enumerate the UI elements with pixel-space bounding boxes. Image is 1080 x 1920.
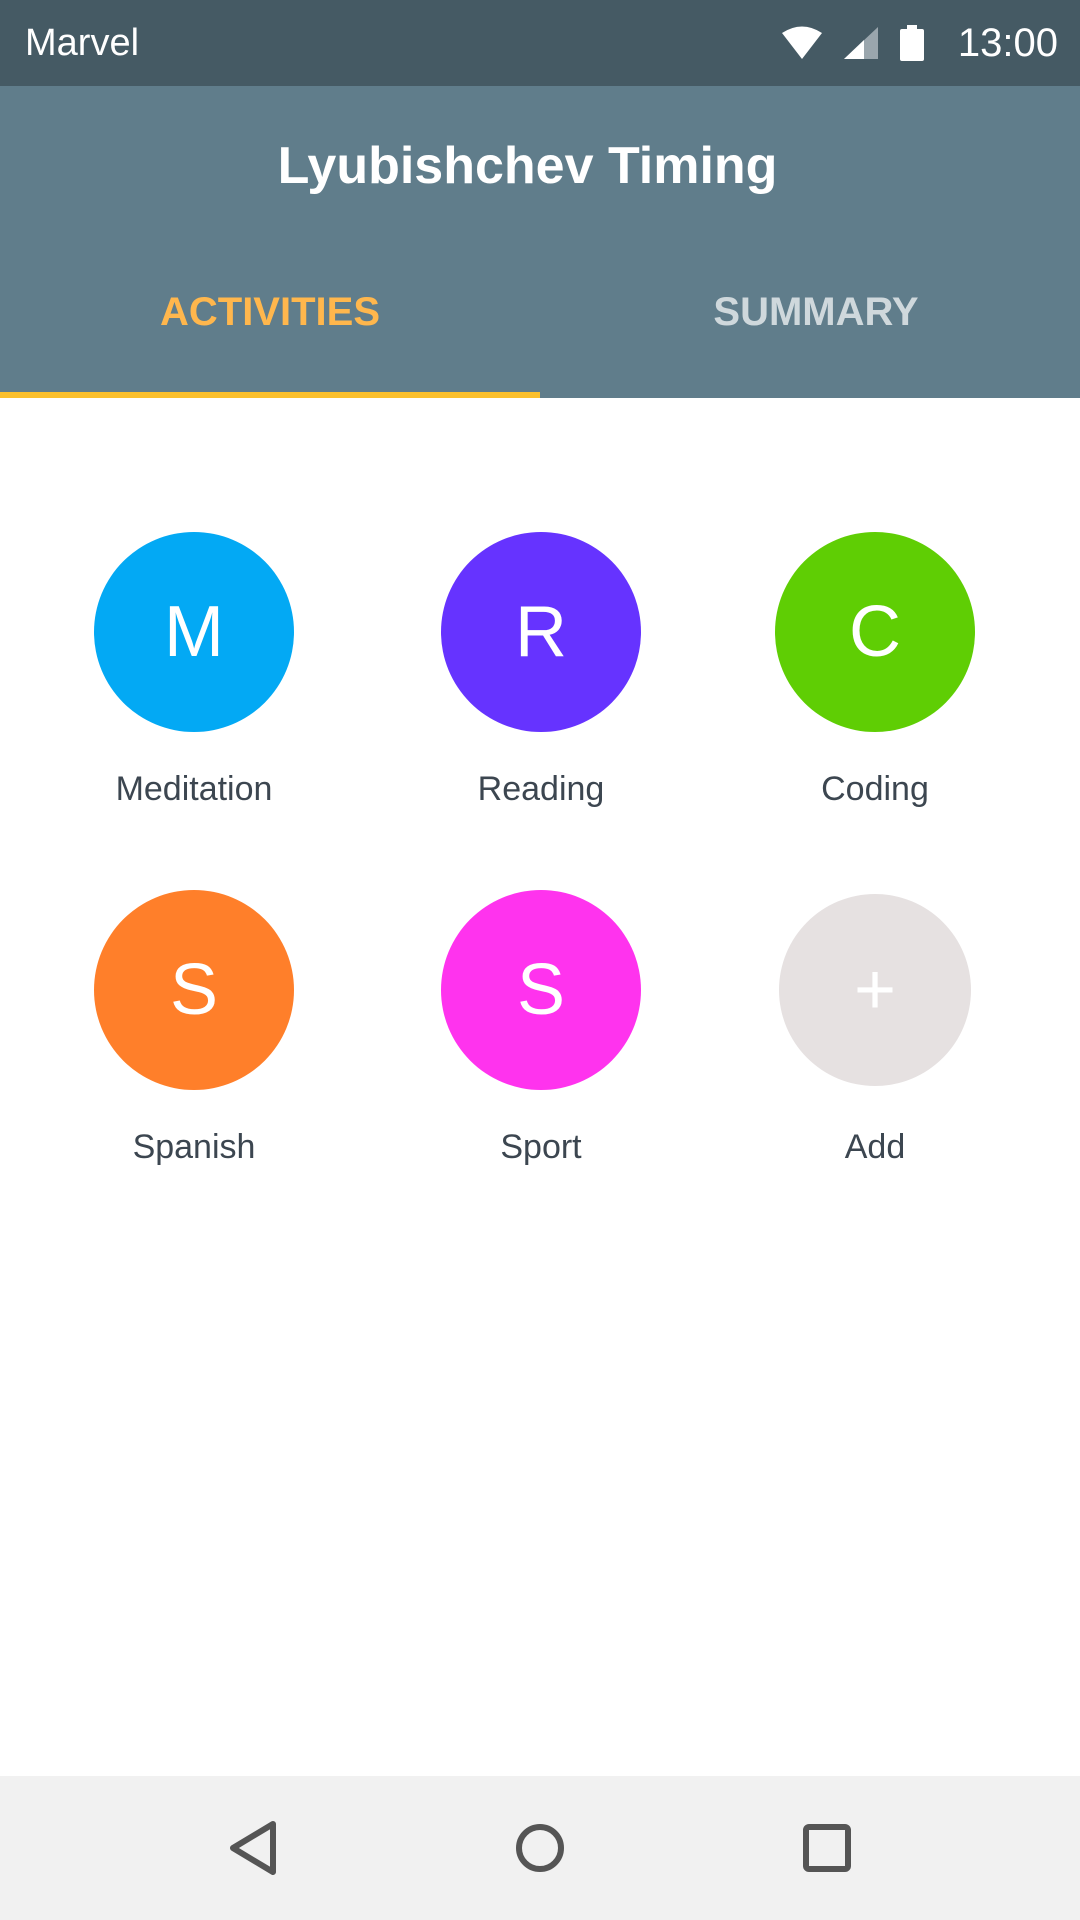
activity-initial: S xyxy=(169,950,219,1030)
navigation-bar xyxy=(0,1776,1080,1920)
activity-label: Coding xyxy=(821,770,929,808)
battery-icon xyxy=(899,25,924,61)
activity-label: Sport xyxy=(500,1128,582,1166)
tab-summary-label: SUMMARY xyxy=(713,289,919,334)
signal-icon xyxy=(843,27,878,59)
status-icons: 13:00 xyxy=(781,20,1058,66)
activity-initial: C xyxy=(849,592,901,672)
activity-avatar: M xyxy=(94,532,294,732)
activity-initial: S xyxy=(516,950,566,1030)
app-bar: Lyubishchev Timing ACTIVITIES SUMMARY xyxy=(0,86,1080,398)
status-time: 13:00 xyxy=(957,20,1058,65)
activity-spanish[interactable]: S Spanish xyxy=(64,890,324,1167)
activity-label: Reading xyxy=(477,770,605,808)
activity-reading[interactable]: R Reading xyxy=(411,532,671,809)
activity-label: Meditation xyxy=(115,770,273,808)
add-icon: + xyxy=(779,894,971,1086)
add-symbol: + xyxy=(853,950,897,1030)
activity-initial: R xyxy=(515,592,567,672)
tab-activities-label: ACTIVITIES xyxy=(159,289,381,334)
carrier-name: Marvel xyxy=(25,21,140,64)
add-label: Add xyxy=(844,1128,906,1166)
activity-label: Spanish xyxy=(132,1128,256,1166)
tab-bar: ACTIVITIES SUMMARY xyxy=(0,256,1080,398)
tab-summary[interactable]: SUMMARY xyxy=(540,256,1080,398)
status-bar: Marvel 13:00 xyxy=(0,0,1080,86)
activity-initial: M xyxy=(164,592,224,672)
activity-avatar: S xyxy=(94,890,294,1090)
tab-indicator xyxy=(0,392,540,398)
home-icon[interactable] xyxy=(490,1798,590,1898)
tab-activities[interactable]: ACTIVITIES xyxy=(0,256,540,398)
activity-avatar: S xyxy=(441,890,641,1090)
activity-avatar: R xyxy=(441,532,641,732)
page-title: Lyubishchev Timing xyxy=(277,137,778,195)
activity-sport[interactable]: S Sport xyxy=(411,890,671,1167)
add-activity-button[interactable]: + Add xyxy=(745,890,1005,1167)
recents-icon[interactable] xyxy=(777,1798,877,1898)
activity-meditation[interactable]: M Meditation xyxy=(64,532,324,809)
activity-coding[interactable]: C Coding xyxy=(745,532,1005,809)
back-icon[interactable] xyxy=(203,1798,303,1898)
activity-avatar: C xyxy=(775,532,975,732)
wifi-icon xyxy=(781,26,822,60)
